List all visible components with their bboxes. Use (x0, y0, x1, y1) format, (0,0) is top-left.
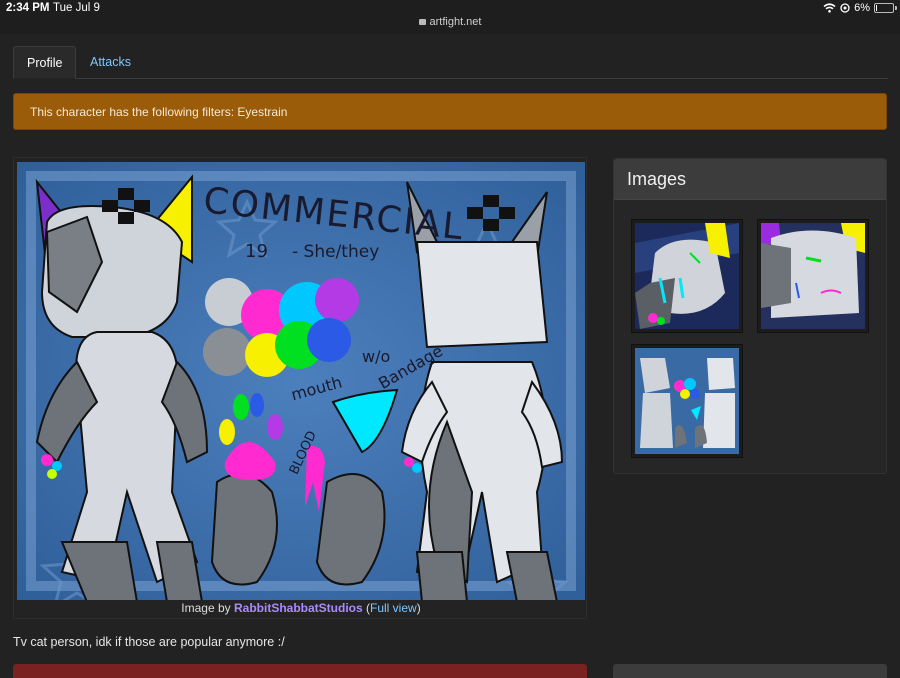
battery-icon (874, 3, 897, 13)
thumbnail-1[interactable] (631, 219, 743, 333)
tab-profile[interactable]: Profile (13, 46, 77, 79)
wifi-icon (823, 3, 836, 13)
profile-tabs: Profile Attacks (13, 46, 888, 79)
images-panel-title: Images (614, 159, 886, 200)
image-caption: Image by RabbitShabbatStudios (Full view… (14, 601, 588, 615)
secondary-panel-header (613, 664, 887, 678)
character-artwork-drawing: COMMERCIAL 19 - She/they w/o Bandage mou… (17, 162, 585, 600)
danger-panel-header (13, 664, 587, 678)
thumbnail-1-image (635, 223, 739, 329)
thumbnail-3-image (635, 348, 739, 454)
url-text: artfight.net (429, 16, 482, 28)
thumbnail-2[interactable] (757, 219, 869, 333)
main-image-card: COMMERCIAL 19 - She/they w/o Bandage mou… (13, 157, 587, 619)
status-bar: 2:34 PM Tue Jul 9 artfight.net 6% (0, 0, 900, 34)
lock-icon (418, 19, 426, 25)
status-date: Tue Jul 9 (53, 2, 100, 14)
tab-attacks[interactable]: Attacks (77, 46, 144, 79)
orientation-lock-icon (840, 3, 850, 13)
status-indicators: 6% (823, 2, 897, 14)
artwork-note-wo: w/o (362, 347, 390, 366)
thumbnail-3[interactable] (631, 344, 743, 458)
address-bar[interactable]: artfight.net (0, 16, 900, 28)
full-view-link[interactable]: Full view (370, 601, 417, 615)
caption-prefix: Image by (181, 601, 234, 615)
images-panel: Images (613, 158, 887, 474)
artwork-pronouns: - She/they (292, 242, 379, 262)
battery-percent: 6% (854, 2, 870, 14)
thumbnail-2-image (761, 223, 865, 329)
caption-close-paren: ) (416, 601, 421, 615)
battery-fill (876, 5, 877, 11)
artwork-age: 19 (245, 241, 268, 262)
character-artwork[interactable]: COMMERCIAL 19 - She/they w/o Bandage mou… (17, 162, 585, 600)
artist-link[interactable]: RabbitShabbatStudios (234, 601, 363, 615)
caption-open-paren: ( (362, 601, 371, 615)
status-time: 2:34 PM (6, 2, 50, 14)
filter-alert: This character has the following filters… (13, 93, 887, 130)
character-description: Tv cat person, idk if those are popular … (13, 635, 285, 649)
